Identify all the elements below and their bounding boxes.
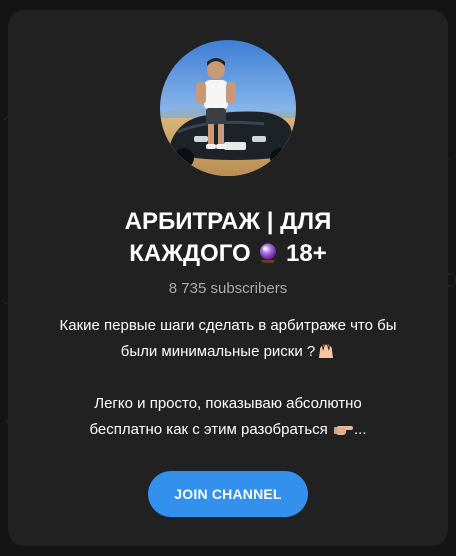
crystal-ball-icon [260, 243, 277, 263]
join-channel-button[interactable]: JOIN CHANNEL [148, 471, 308, 517]
channel-title-line1: АРБИТРАЖ | ДЛЯ [124, 208, 332, 235]
description-line-1: Какие первые шаги сделать в арбитраже чт… [59, 317, 397, 334]
channel-title: АРБИТРАЖ | ДЛЯ КАЖДОГО 18+ [63, 206, 393, 270]
raised-hands-icon [319, 343, 334, 358]
description-line-2: были минимальные риски ? [18, 339, 438, 365]
avatar-photo [160, 40, 296, 176]
description-line-4: бесплатно как с этим разобраться ... [18, 417, 438, 443]
description-line-2-text: были минимальные риски ? [120, 343, 316, 360]
description-line-3: Легко и просто, показываю абсолютно [94, 395, 362, 412]
subscriber-count: 8 735 subscribers [168, 280, 288, 297]
channel-title-suffix: 18+ [286, 240, 327, 267]
channel-avatar[interactable] [160, 40, 296, 176]
description-line-4-text: бесплатно как с этим разобраться [89, 421, 328, 438]
channel-card: АРБИТРАЖ | ДЛЯ КАЖДОГО 18+ 8 735 subscri… [8, 10, 448, 546]
channel-title-line2: КАЖДОГО [129, 240, 251, 267]
channel-description: Какие первые шаги сделать в арбитраже чт… [18, 313, 438, 443]
pointing-hand-icon [333, 426, 353, 435]
description-ellipsis: ... [353, 421, 367, 438]
